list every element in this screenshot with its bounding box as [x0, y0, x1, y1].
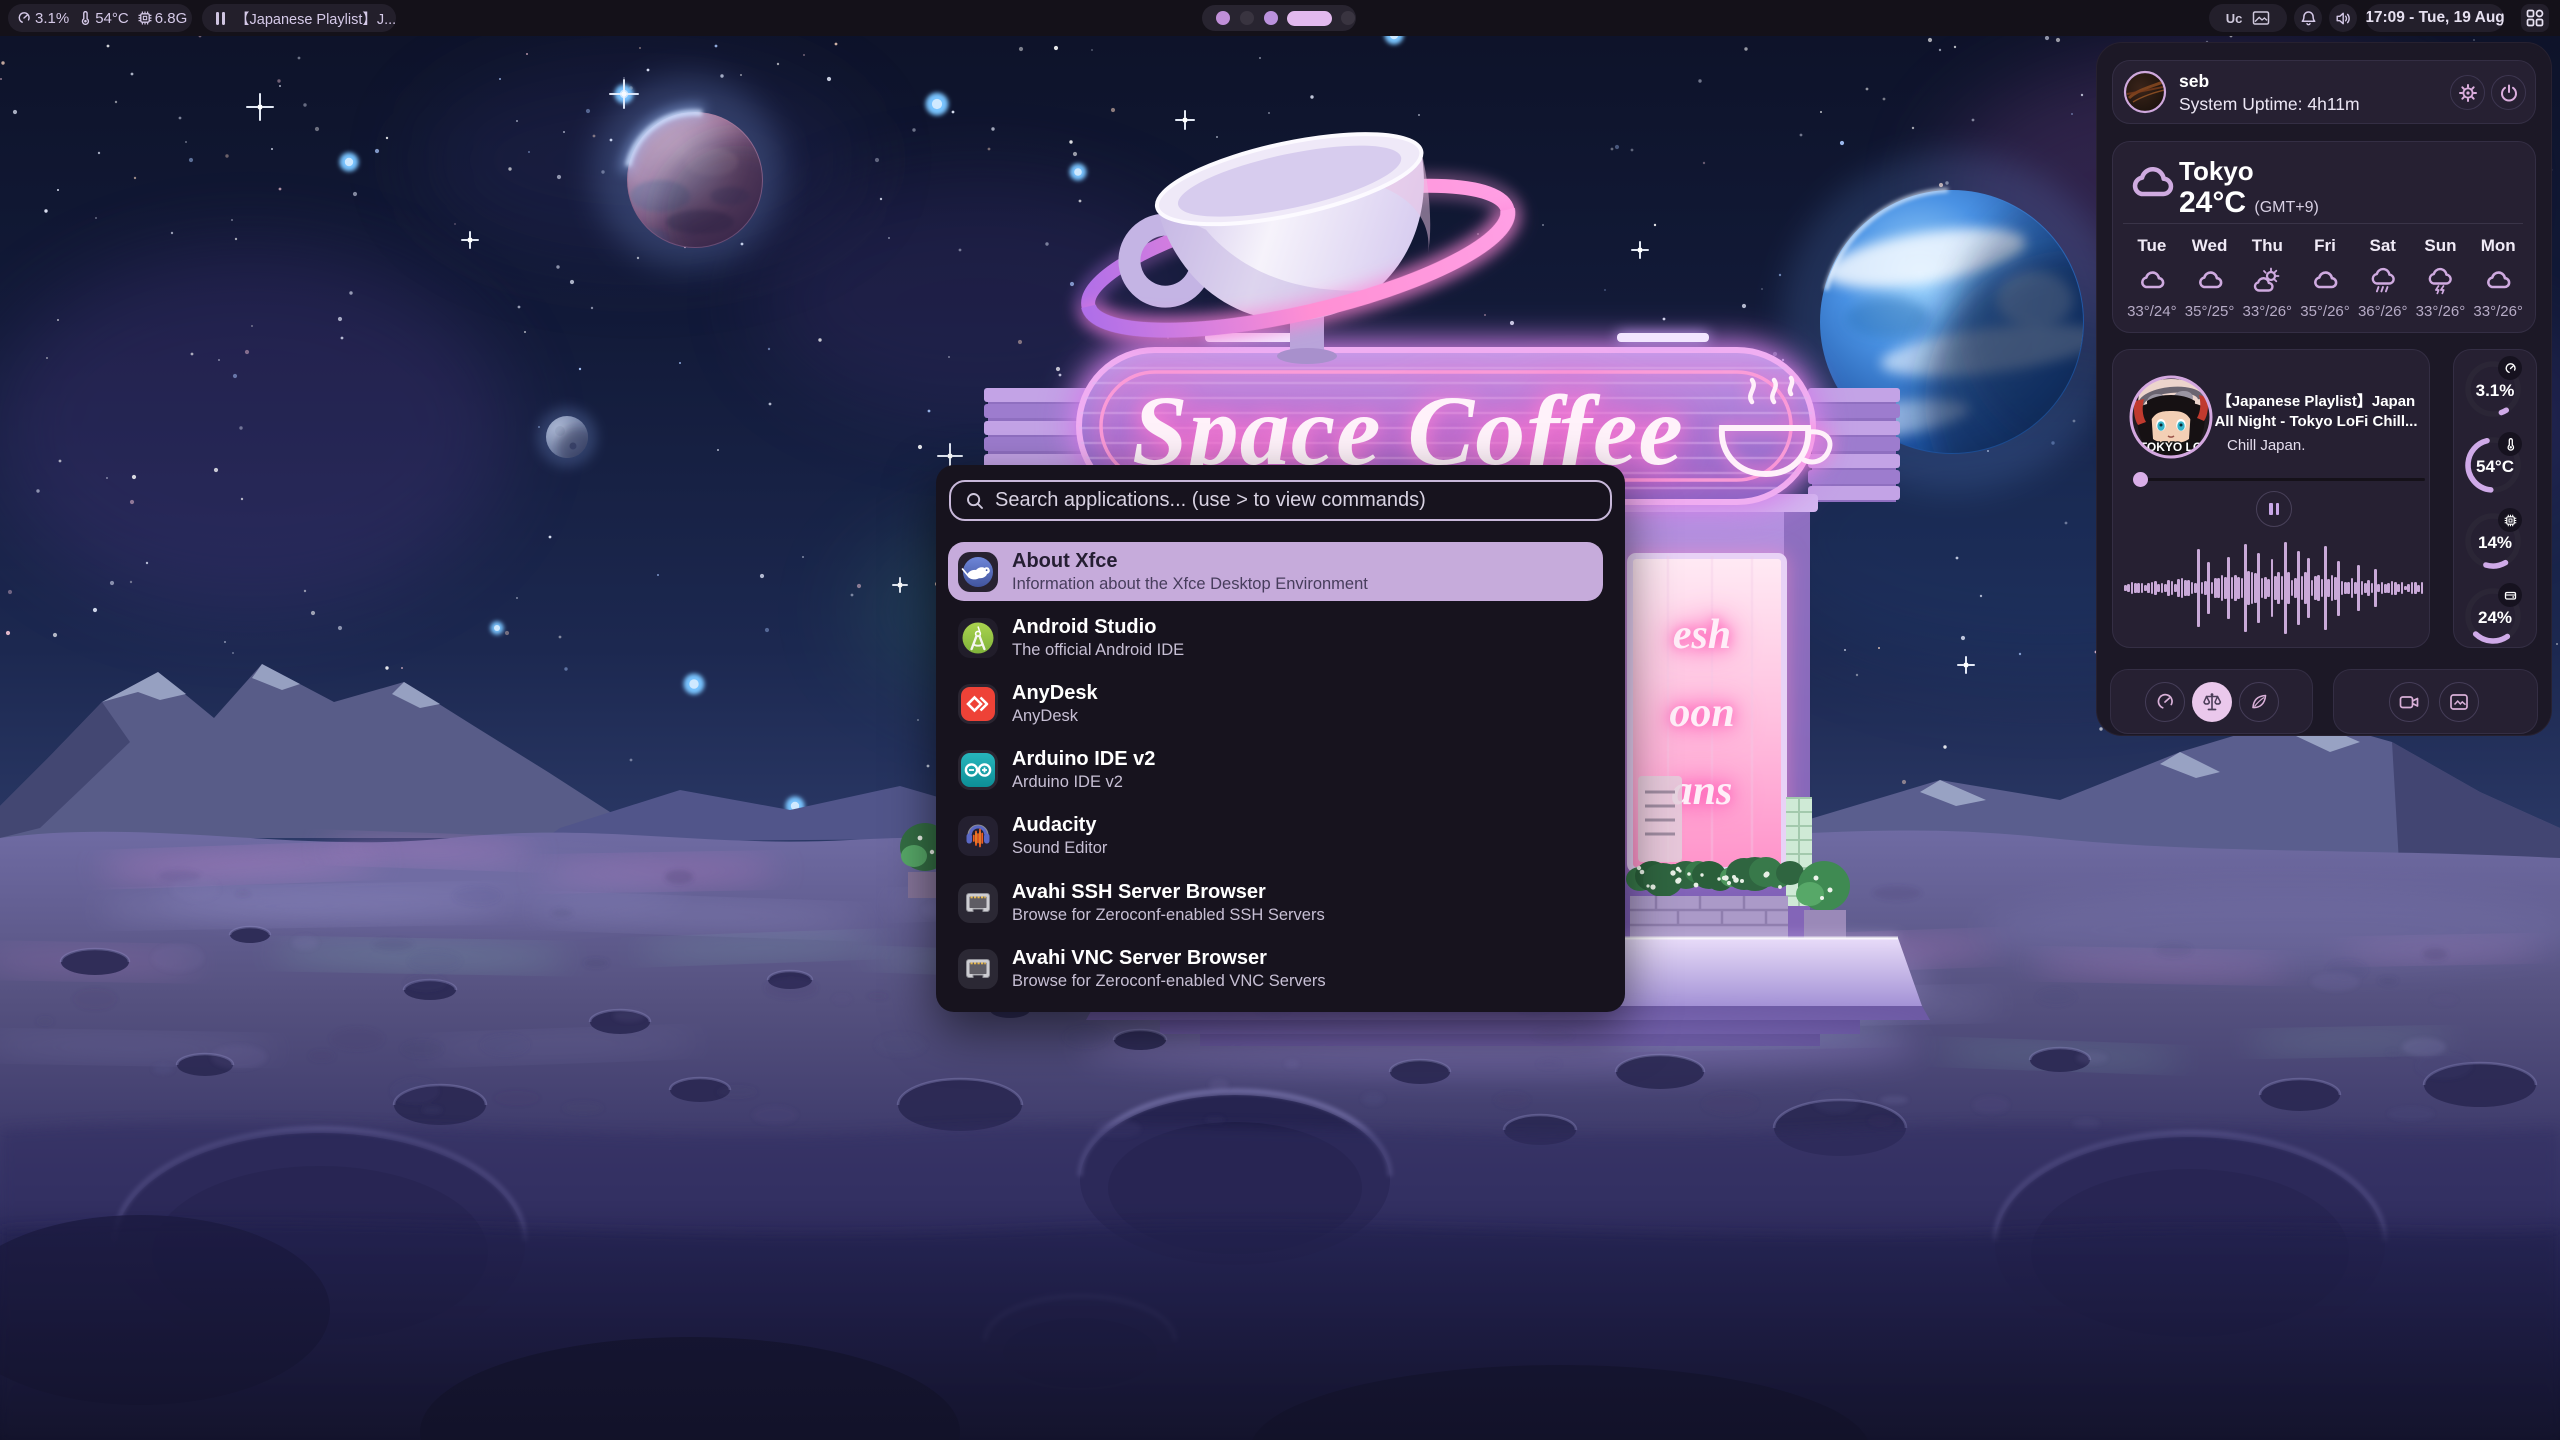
- svg-text:esh: esh: [1673, 612, 1731, 658]
- svg-text:oon: oon: [1669, 690, 1734, 736]
